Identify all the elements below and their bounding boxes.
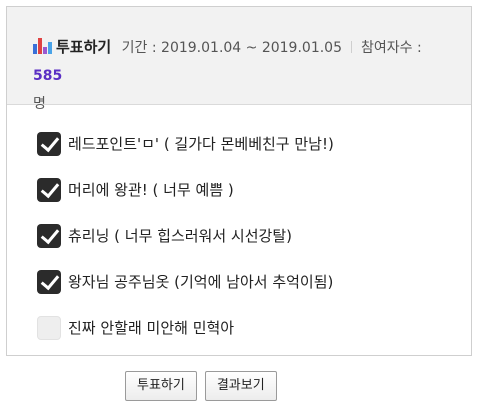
poll-option-3[interactable]: 츄리닝 ( 너무 힙스러워서 시선강탈) — [37, 221, 471, 251]
option-label: 머리에 왕관! ( 너무 예쁨 ) — [68, 181, 234, 199]
participants-unit: 명 — [33, 96, 46, 112]
poll-option-2[interactable]: 머리에 왕관! ( 너무 예쁨 ) — [37, 175, 471, 205]
participants-count: 585 — [33, 68, 63, 84]
poll-title: 투표하기 — [56, 38, 112, 56]
checkbox-checked-icon[interactable] — [37, 270, 61, 294]
option-label: 레드포인트'ㅁ' ( 길가다 몬베베친구 만남!) — [68, 135, 334, 153]
option-label: 진짜 안할래 미안해 민혁아 — [68, 319, 235, 337]
poll-option-5[interactable]: 진짜 안할래 미안해 민혁아 — [37, 313, 471, 343]
poll-box: 투표하기 기간 : 2019.01.04 ~ 2019.01.05 참여자수 : … — [6, 6, 472, 356]
vote-button[interactable]: 투표하기 — [125, 371, 197, 401]
checkbox-checked-icon[interactable] — [37, 224, 61, 248]
poll-header: 투표하기 기간 : 2019.01.04 ~ 2019.01.05 참여자수 : … — [7, 7, 471, 112]
poll-buttons: 투표하기 결과보기 — [125, 371, 285, 401]
option-label: 왕자님 공주님옷 (기억에 남아서 추억이됨) — [68, 273, 334, 291]
separator — [351, 41, 352, 53]
poll-options: 레드포인트'ㅁ' ( 길가다 몬베베친구 만남!) 머리에 왕관! ( 너무 예… — [7, 105, 471, 343]
poll-option-1[interactable]: 레드포인트'ㅁ' ( 길가다 몬베베친구 만남!) — [37, 129, 471, 159]
option-label: 츄리닝 ( 너무 힙스러워서 시선강탈) — [68, 227, 292, 245]
checkbox-checked-icon[interactable] — [37, 178, 61, 202]
checkbox-unchecked-icon[interactable] — [37, 316, 61, 340]
bar-chart-icon — [33, 38, 52, 54]
period-label: 기간 : — [121, 40, 162, 56]
checkbox-checked-icon[interactable] — [37, 132, 61, 156]
poll-period: 2019.01.04 ~ 2019.01.05 — [161, 40, 342, 56]
poll-option-4[interactable]: 왕자님 공주님옷 (기억에 남아서 추억이됨) — [37, 267, 471, 297]
participants-label: 참여자수 : — [361, 40, 422, 56]
results-button[interactable]: 결과보기 — [204, 371, 277, 401]
